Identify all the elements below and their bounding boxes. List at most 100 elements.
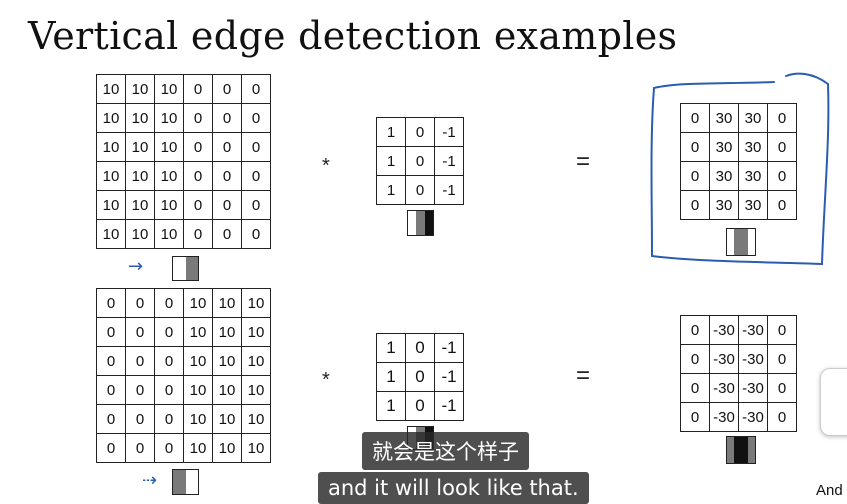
- equals-sign-1: =: [576, 148, 591, 175]
- right-arrow-icon: →: [128, 256, 144, 277]
- matrix-cell: 30: [738, 103, 768, 133]
- matrix-cell: 0: [96, 317, 126, 347]
- matrix-row: 0 -30 -30 0: [680, 344, 797, 374]
- matrix-cell: 10: [241, 317, 271, 347]
- matrix-cell: 10: [154, 161, 184, 191]
- side-panel-button[interactable]: [820, 368, 847, 436]
- matrix-cell: 10: [241, 375, 271, 405]
- matrix-row: 0 0 0 10 10 10: [96, 346, 271, 376]
- matrix-cell: 0: [125, 346, 155, 376]
- matrix-cell: 10: [212, 433, 242, 463]
- matrix-cell: 0: [183, 132, 213, 162]
- matrix-cell: 10: [183, 317, 213, 347]
- matrix-cell: 0: [241, 103, 271, 133]
- matrix-cell: 0: [241, 219, 271, 249]
- matrix-row: 10 10 10 0 0 0: [96, 190, 271, 220]
- matrix-cell: 10: [212, 346, 242, 376]
- matrix-row: 0 30 30 0: [680, 161, 797, 191]
- matrix-cell: 30: [738, 161, 768, 191]
- matrix-cell: 10: [154, 74, 184, 104]
- matrix-cell: 0: [212, 161, 242, 191]
- matrix-cell: 30: [709, 161, 739, 191]
- matrix-cell: 0: [125, 375, 155, 405]
- matrix-cell: 0: [680, 344, 710, 374]
- matrix-row: 0 -30 -30 0: [680, 373, 797, 403]
- matrix-cell: 0: [125, 404, 155, 434]
- matrix-cell: 10: [125, 132, 155, 162]
- matrix-row: 0 0 0 10 10 10: [96, 375, 271, 405]
- matrix-row: 1 0 -1: [376, 175, 464, 205]
- matrix-cell: 1: [376, 333, 406, 363]
- matrix-cell: 0: [767, 373, 797, 403]
- matrix-cell: 0: [96, 433, 126, 463]
- matrix-cell: 10: [96, 132, 126, 162]
- matrix-cell: -30: [738, 373, 768, 403]
- matrix-cell: 0: [767, 103, 797, 133]
- matrix-cell: -30: [709, 373, 739, 403]
- matrix-cell: 10: [241, 404, 271, 434]
- matrix-row: 1 0 -1: [376, 362, 464, 392]
- matrix-row: 1 0 -1: [376, 391, 464, 421]
- matrix-cell: -30: [738, 344, 768, 374]
- matrix-cell: 0: [405, 117, 435, 147]
- matrix-cell: 10: [241, 346, 271, 376]
- next-subtitle-fragment: And: [816, 482, 843, 499]
- matrix-cell: 0: [96, 404, 126, 434]
- matrix-cell: 0: [154, 317, 184, 347]
- matrix-cell: 0: [405, 333, 435, 363]
- matrix-cell: 0: [405, 391, 435, 421]
- matrix-cell: 0: [767, 402, 797, 432]
- matrix-row: 0 0 0 10 10 10: [96, 404, 271, 434]
- matrix-cell: -30: [709, 315, 739, 345]
- matrix-cell: 10: [96, 74, 126, 104]
- matrix-row: 10 10 10 0 0 0: [96, 132, 271, 162]
- matrix-cell: 10: [96, 161, 126, 191]
- matrix-cell: 10: [96, 219, 126, 249]
- matrix-cell: 0: [680, 103, 710, 133]
- matrix-cell: -30: [738, 315, 768, 345]
- matrix-cell: 0: [680, 161, 710, 191]
- output-matrix-2: 0 -30 -30 0 0 -30 -30 0 0 -30 -30 0 0 -30 -30 0: [680, 315, 797, 432]
- filter-swatch-1: [407, 210, 434, 236]
- matrix-row: 10 10 10 0 0 0: [96, 103, 271, 133]
- matrix-cell: 0: [154, 288, 184, 318]
- matrix-cell: 10: [154, 103, 184, 133]
- matrix-cell: 0: [154, 375, 184, 405]
- matrix-cell: 10: [183, 375, 213, 405]
- matrix-cell: 0: [241, 190, 271, 220]
- matrix-cell: 0: [212, 219, 242, 249]
- matrix-cell: 10: [241, 288, 271, 318]
- matrix-cell: 10: [96, 190, 126, 220]
- matrix-cell: 10: [212, 288, 242, 318]
- convolution-operator-2: *: [322, 369, 330, 391]
- matrix-cell: 0: [212, 74, 242, 104]
- matrix-cell: 0: [241, 74, 271, 104]
- matrix-cell: 0: [96, 346, 126, 376]
- matrix-row: 1 0 -1: [376, 117, 464, 147]
- filter-matrix-2: 1 0 -1 1 0 -1 1 0 -1: [376, 333, 464, 421]
- matrix-cell: 10: [212, 375, 242, 405]
- matrix-row: 1 0 -1: [376, 146, 464, 176]
- matrix-cell: 0: [405, 362, 435, 392]
- matrix-cell: 10: [154, 132, 184, 162]
- matrix-cell: 0: [405, 175, 435, 205]
- matrix-cell: 0: [680, 132, 710, 162]
- output-swatch-1: [726, 228, 756, 256]
- matrix-cell: 0: [680, 402, 710, 432]
- matrix-cell: -1: [434, 362, 464, 392]
- output-swatch-2: [726, 436, 756, 464]
- matrix-cell: 0: [154, 404, 184, 434]
- matrix-cell: 0: [154, 346, 184, 376]
- matrix-row: 1 0 -1: [376, 333, 464, 363]
- matrix-cell: 0: [183, 161, 213, 191]
- matrix-row: 0 -30 -30 0: [680, 402, 797, 432]
- subtitle-chinese: 就会是这个样子: [362, 432, 529, 470]
- matrix-cell: 0: [212, 132, 242, 162]
- matrix-cell: 0: [212, 190, 242, 220]
- matrix-cell: 30: [738, 132, 768, 162]
- matrix-row: 0 30 30 0: [680, 190, 797, 220]
- matrix-row: 0 -30 -30 0: [680, 315, 797, 345]
- matrix-cell: 0: [183, 74, 213, 104]
- matrix-cell: -1: [434, 175, 464, 205]
- matrix-row: 0 0 0 10 10 10: [96, 433, 271, 463]
